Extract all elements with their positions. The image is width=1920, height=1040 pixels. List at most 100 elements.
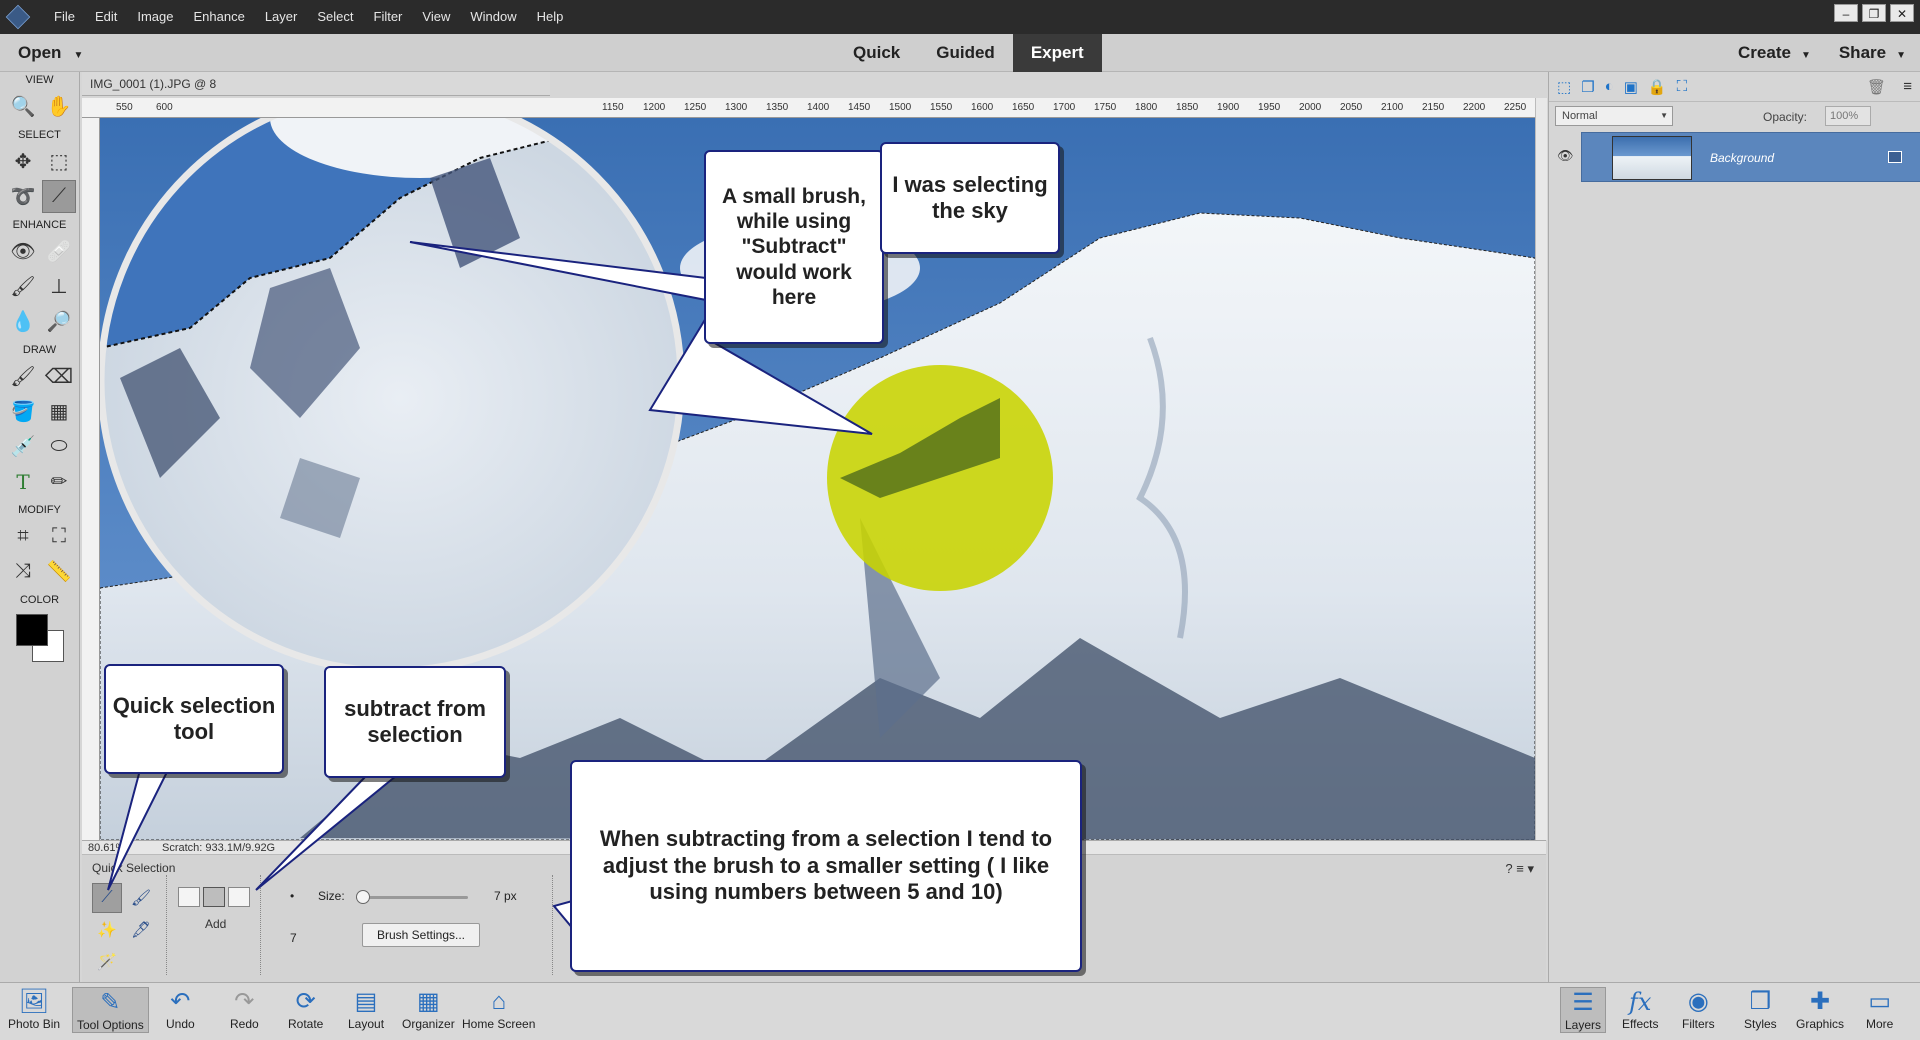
gradient-tool-icon[interactable]: ▦ — [42, 395, 76, 428]
mode-quick[interactable]: Quick — [835, 34, 918, 72]
home-screen-button[interactable]: ⌂ Home Screen — [462, 987, 535, 1031]
new-group-icon[interactable]: ❐ — [1581, 78, 1594, 96]
tool-options-button[interactable]: ✎ Tool Options — [72, 987, 149, 1033]
hand-tool-icon[interactable]: ✋ — [42, 90, 76, 123]
more-button[interactable]: ▭ More — [1866, 987, 1893, 1031]
trash-icon[interactable]: 🗑 — [1867, 78, 1886, 96]
mode-expert[interactable]: Expert — [1012, 34, 1102, 72]
effects-button[interactable]: fx Effects — [1622, 987, 1658, 1031]
create-button[interactable]: Create ▼ — [1738, 34, 1811, 75]
straighten-tool-icon[interactable]: 📏 — [42, 555, 76, 588]
menu-view[interactable]: View — [412, 0, 460, 34]
brush-tool-icon[interactable]: 🖌 — [6, 360, 40, 393]
photo-bin-button[interactable]: 🖼 Photo Bin — [8, 987, 60, 1031]
blur-tool-icon[interactable]: 💧 — [6, 305, 40, 338]
minimize-icon[interactable]: – — [1834, 4, 1858, 22]
layers-panel-button[interactable]: ☰ Layers — [1560, 987, 1607, 1033]
opacity-field[interactable]: 100% — [1825, 106, 1871, 126]
lock-all-icon[interactable]: 🔒 — [1648, 78, 1667, 96]
restore-icon[interactable]: ❐ — [1862, 4, 1886, 22]
visibility-eye-icon[interactable]: 👁 — [1557, 148, 1574, 164]
mode-guided[interactable]: Guided — [918, 34, 1013, 72]
mode-bar: Open ▼ Quick Guided Expert Create ▼ Share ▼ — [0, 34, 1920, 72]
opacity-label: Opacity: — [1763, 110, 1808, 124]
pencil-tool-icon[interactable]: ✏ — [42, 465, 76, 498]
spot-healing-icon[interactable]: 🩹 — [42, 235, 76, 268]
panel-menu-icon[interactable]: ≡ — [1903, 78, 1912, 95]
ruler-tick: 1950 — [1258, 102, 1281, 113]
adjustment-layer-icon[interactable]: ◐ — [1605, 78, 1614, 95]
menu-image[interactable]: Image — [127, 0, 183, 34]
layout-icon: ▤ — [354, 988, 378, 1015]
lasso-tool-icon[interactable]: ➰ — [6, 180, 40, 213]
new-selection-button[interactable] — [178, 887, 200, 907]
menu-edit[interactable]: Edit — [85, 0, 127, 34]
foreground-color-swatch[interactable] — [16, 614, 48, 646]
new-layer-icon[interactable]: ⬚ — [1557, 78, 1571, 96]
menu-bar: File Edit Image Enhance Layer Select Fil… — [0, 0, 1920, 34]
marquee-tool-icon[interactable]: ⬚ — [42, 145, 76, 178]
quick-selection-option-icon[interactable]: ⟋ — [92, 883, 122, 913]
ruler-tick: 1750 — [1094, 102, 1117, 113]
open-button[interactable]: Open ▼ — [18, 34, 83, 75]
crop-tool-icon[interactable]: ⌗ — [6, 520, 40, 553]
sponge-tool-icon[interactable]: 🔎 — [42, 305, 76, 338]
size-slider-knob[interactable] — [356, 890, 370, 904]
content-move-icon[interactable]: ⤨ — [6, 555, 40, 588]
menu-select[interactable]: Select — [307, 0, 363, 34]
layer-background[interactable]: Background — [1581, 132, 1920, 182]
selection-brush-option-icon[interactable]: 🖌 — [126, 883, 156, 913]
redo-button[interactable]: ↷ Redo — [230, 987, 259, 1031]
vertical-scrollbar[interactable] — [1535, 98, 1547, 840]
paint-bucket-icon[interactable]: 🪣 — [6, 395, 40, 428]
menu-filter[interactable]: Filter — [364, 0, 413, 34]
menu-enhance[interactable]: Enhance — [184, 0, 255, 34]
auto-selection-option-icon[interactable]: 🪄 — [92, 947, 122, 977]
organizer-button[interactable]: ▦ Organizer — [402, 987, 455, 1031]
eyedropper-icon[interactable]: 💉 — [6, 430, 40, 463]
zoom-tool-icon[interactable]: 🔍 — [6, 90, 40, 123]
section-draw: DRAW — [22, 344, 57, 356]
styles-button[interactable]: ❒ Styles — [1744, 987, 1777, 1031]
color-swatches[interactable] — [14, 614, 74, 670]
recompose-tool-icon[interactable]: ⛶ — [42, 520, 76, 553]
red-eye-tool-icon[interactable]: 👁 — [6, 235, 40, 268]
callout-brush-size-tip: When subtracting from a selection I tend… — [570, 760, 1082, 972]
section-modify: MODIFY — [18, 504, 61, 516]
layer-lock-icon — [1888, 151, 1902, 163]
graphics-button[interactable]: ✚ Graphics — [1796, 987, 1844, 1031]
clone-stamp-icon[interactable]: ⊥ — [42, 270, 76, 303]
rotate-icon: ⟳ — [295, 988, 316, 1015]
lock-transparency-icon[interactable]: ⛶ — [1677, 78, 1688, 95]
subtract-from-selection-button[interactable] — [228, 887, 250, 907]
refine-brush-option-icon[interactable]: 🖋 — [126, 915, 156, 945]
menu-layer[interactable]: Layer — [255, 0, 308, 34]
shape-tool-icon[interactable]: ⬭ — [42, 430, 76, 463]
eraser-tool-icon[interactable]: ⌫ — [42, 360, 76, 393]
magic-wand-option-icon[interactable]: ✨ — [92, 915, 122, 945]
close-icon[interactable]: ✕ — [1890, 4, 1914, 22]
layer-mask-icon[interactable]: ▣ — [1624, 78, 1638, 96]
move-tool-icon[interactable]: ✥ — [6, 145, 40, 178]
filters-button[interactable]: ◉ Filters — [1682, 987, 1715, 1031]
undo-button[interactable]: ↶ Undo — [166, 987, 195, 1031]
blend-mode-select[interactable]: Normal ▼ — [1555, 106, 1673, 126]
callout-selecting-sky: I was selecting the sky — [880, 142, 1060, 254]
menu-window[interactable]: Window — [460, 0, 526, 34]
rotate-button[interactable]: ⟳ Rotate — [288, 987, 323, 1031]
help-icon[interactable]: ? ≡ ▾ — [1505, 861, 1534, 877]
layout-button[interactable]: ▤ Layout — [348, 987, 384, 1031]
menu-file[interactable]: File — [44, 0, 85, 34]
size-slider[interactable] — [356, 890, 468, 904]
styles-icon: ❒ — [1749, 988, 1772, 1015]
quick-selection-tool-icon[interactable]: ⟋ — [42, 180, 76, 213]
document-tab[interactable]: IMG_0001 (1).JPG @ 8 — [82, 72, 550, 96]
brush-settings-button[interactable]: Brush Settings... — [362, 923, 480, 947]
brush-size-number: 7 — [290, 931, 297, 945]
layer-row-background[interactable]: 👁 Background — [1549, 132, 1920, 184]
add-to-selection-button[interactable] — [203, 887, 225, 907]
smart-brush-icon[interactable]: 🖌 — [6, 270, 40, 303]
type-tool-icon[interactable]: T — [6, 465, 40, 498]
menu-help[interactable]: Help — [527, 0, 574, 34]
share-button[interactable]: Share ▼ — [1839, 34, 1906, 75]
